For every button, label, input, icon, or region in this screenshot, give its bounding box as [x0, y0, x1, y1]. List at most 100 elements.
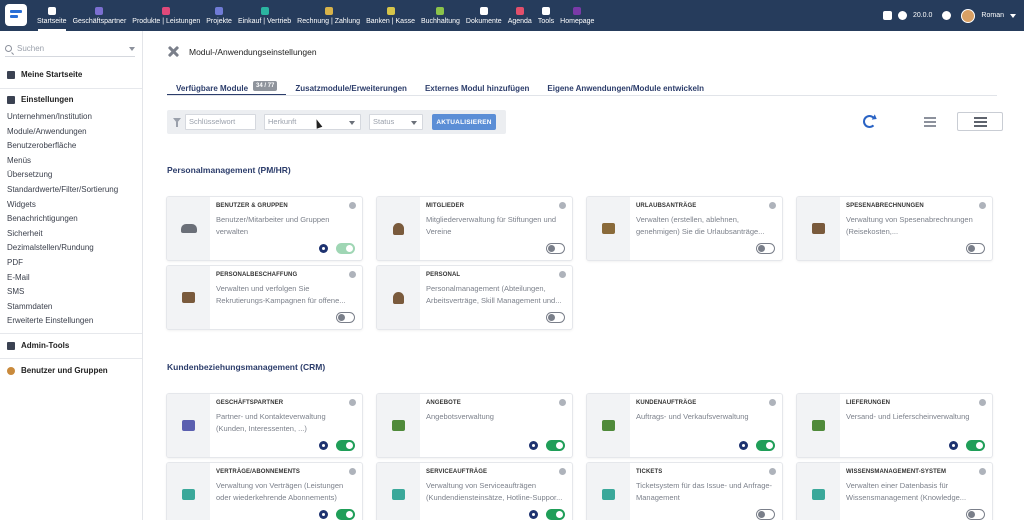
- module-toggle[interactable]: [546, 509, 565, 520]
- sidebar-item-settings[interactable]: Einstellungen: [7, 95, 73, 104]
- filter-bar: Schlüsselwort Herkunft Status AKTUALISIE…: [167, 110, 506, 134]
- nav-item[interactable]: Agenda: [505, 0, 535, 31]
- sidebar-item[interactable]: PDF: [7, 256, 118, 271]
- info-icon[interactable]: [769, 202, 776, 209]
- sidebar-item[interactable]: Module/Anwendungen: [7, 125, 118, 140]
- gear-icon[interactable]: [319, 510, 328, 519]
- info-icon[interactable]: [349, 468, 356, 475]
- tab[interactable]: Verfügbare Module 34 / 77: [167, 75, 287, 96]
- module-toggle[interactable]: [756, 243, 775, 254]
- sidebar-item-home[interactable]: Meine Startseite: [7, 70, 82, 79]
- tab[interactable]: Eigene Anwendungen/Module entwickeln: [538, 75, 713, 96]
- nav-item[interactable]: Produkte | Leistungen: [129, 0, 203, 31]
- gear-icon[interactable]: [529, 510, 538, 519]
- sidebar-item[interactable]: Widgets: [7, 198, 118, 213]
- gear-icon[interactable]: [319, 441, 328, 450]
- module-toggle[interactable]: [546, 440, 565, 451]
- sidebar-item-users-groups[interactable]: Benutzer und Gruppen: [7, 366, 108, 375]
- keyword-input[interactable]: Schlüsselwort: [185, 114, 256, 130]
- nav-item-label: Tools: [537, 17, 555, 25]
- chevron-down-icon[interactable]: [1010, 13, 1016, 18]
- chevron-down-icon[interactable]: [129, 46, 135, 51]
- sidebar-item[interactable]: Benachrichtigungen: [7, 212, 118, 227]
- sidebar-item[interactable]: Übersetzung: [7, 168, 118, 183]
- gear-icon[interactable]: [739, 441, 748, 450]
- tab[interactable]: Externes Modul hinzufügen: [416, 75, 538, 96]
- search-input[interactable]: Suchen: [17, 44, 129, 53]
- top-navigation-bar: Startseite Geschäftspartner Produkte | Lei…: [0, 0, 1024, 31]
- sidebar-item[interactable]: E-Mail: [7, 271, 118, 286]
- sync-icon[interactable]: [863, 115, 876, 128]
- grid-view-button[interactable]: [957, 112, 1003, 131]
- refresh-button[interactable]: AKTUALISIEREN: [432, 114, 496, 130]
- info-icon[interactable]: [979, 468, 986, 475]
- module-toggle[interactable]: [336, 243, 355, 254]
- chevron-down-icon: [411, 121, 417, 125]
- nav-item[interactable]: Einkauf | Vertrieb: [235, 0, 294, 31]
- sidebar-item[interactable]: Dezimalstellen/Rundung: [7, 241, 118, 256]
- info-icon[interactable]: [979, 202, 986, 209]
- user-name[interactable]: Roman: [981, 12, 1004, 19]
- main-menu: Startseite Geschäftspartner Produkte | Lei…: [34, 0, 597, 31]
- app-logo-icon[interactable]: [5, 4, 27, 26]
- module-toggle[interactable]: [336, 312, 355, 323]
- knowledge-icon: [812, 489, 825, 500]
- sidebar-item[interactable]: Stammdaten: [7, 300, 118, 315]
- info-icon[interactable]: [769, 468, 776, 475]
- nav-item[interactable]: Tools: [535, 0, 557, 31]
- info-icon[interactable]: [349, 271, 356, 278]
- module-toggle[interactable]: [966, 243, 985, 254]
- module-toggle[interactable]: [756, 509, 775, 520]
- module-card: URLAUBSANTRÄGE Verwalten (erstellen, able…: [587, 197, 782, 260]
- module-toggle[interactable]: [336, 440, 355, 451]
- module-toggle[interactable]: [546, 312, 565, 323]
- info-icon[interactable]: [349, 202, 356, 209]
- info-icon[interactable]: [769, 399, 776, 406]
- module-toggle[interactable]: [546, 243, 565, 254]
- status-select[interactable]: Status: [369, 114, 423, 130]
- module-toggle[interactable]: [966, 440, 985, 451]
- quote-edit-icon: [392, 420, 405, 431]
- gear-icon[interactable]: [949, 441, 958, 450]
- info-icon[interactable]: [559, 202, 566, 209]
- nav-item[interactable]: Homepage: [557, 0, 597, 31]
- sidebar-search[interactable]: Suchen: [5, 41, 135, 57]
- print-icon[interactable]: [882, 11, 892, 20]
- sidebar-item[interactable]: Standardwerte/Filter/Sortierung: [7, 183, 118, 198]
- nav-item[interactable]: Projekte: [203, 0, 235, 31]
- module-title: KUNDENAUFTRÄGE: [636, 400, 697, 406]
- gear-icon[interactable]: [529, 441, 538, 450]
- gear-icon[interactable]: [319, 244, 328, 253]
- info-icon[interactable]: [559, 271, 566, 278]
- module-title: PERSONALBESCHAFFUNG: [216, 272, 298, 278]
- sidebar-item[interactable]: Erweiterte Einstellungen: [7, 314, 118, 329]
- sidebar-item[interactable]: Sicherheit: [7, 227, 118, 242]
- sidebar-item[interactable]: Benutzeroberfläche: [7, 139, 118, 154]
- tab[interactable]: Zusatzmodule/Erweiterungen: [286, 75, 416, 96]
- sidebar-item[interactable]: Menüs: [7, 154, 118, 169]
- module-icon-box: [377, 463, 420, 520]
- nav-item[interactable]: Startseite: [34, 0, 70, 31]
- info-icon[interactable]: [559, 399, 566, 406]
- nav-item[interactable]: Dokumente: [463, 0, 505, 31]
- module-toggle[interactable]: [336, 509, 355, 520]
- origin-select[interactable]: Herkunft: [264, 114, 361, 130]
- sidebar-item[interactable]: SMS: [7, 285, 118, 300]
- sidebar-item-admin-tools[interactable]: Admin-Tools: [7, 341, 69, 350]
- add-icon[interactable]: [942, 11, 952, 20]
- list-view-icon[interactable]: [924, 117, 936, 127]
- info-icon[interactable]: [979, 399, 986, 406]
- info-icon[interactable]: [349, 399, 356, 406]
- info-icon[interactable]: [559, 468, 566, 475]
- nav-item[interactable]: Banken | Kasse: [363, 0, 418, 31]
- nav-item[interactable]: Buchhaltung: [418, 0, 463, 31]
- module-toggle[interactable]: [966, 509, 985, 520]
- avatar[interactable]: [961, 8, 976, 23]
- module-toggle[interactable]: [756, 440, 775, 451]
- nav-item[interactable]: Rechnung | Zahlung: [294, 0, 363, 31]
- nav-item[interactable]: Geschäftspartner: [70, 0, 130, 31]
- sidebar-item[interactable]: Unternehmen/Institution: [7, 110, 118, 125]
- help-icon[interactable]: [897, 11, 907, 20]
- member-icon: [393, 222, 404, 235]
- module-icon-box: [587, 394, 630, 457]
